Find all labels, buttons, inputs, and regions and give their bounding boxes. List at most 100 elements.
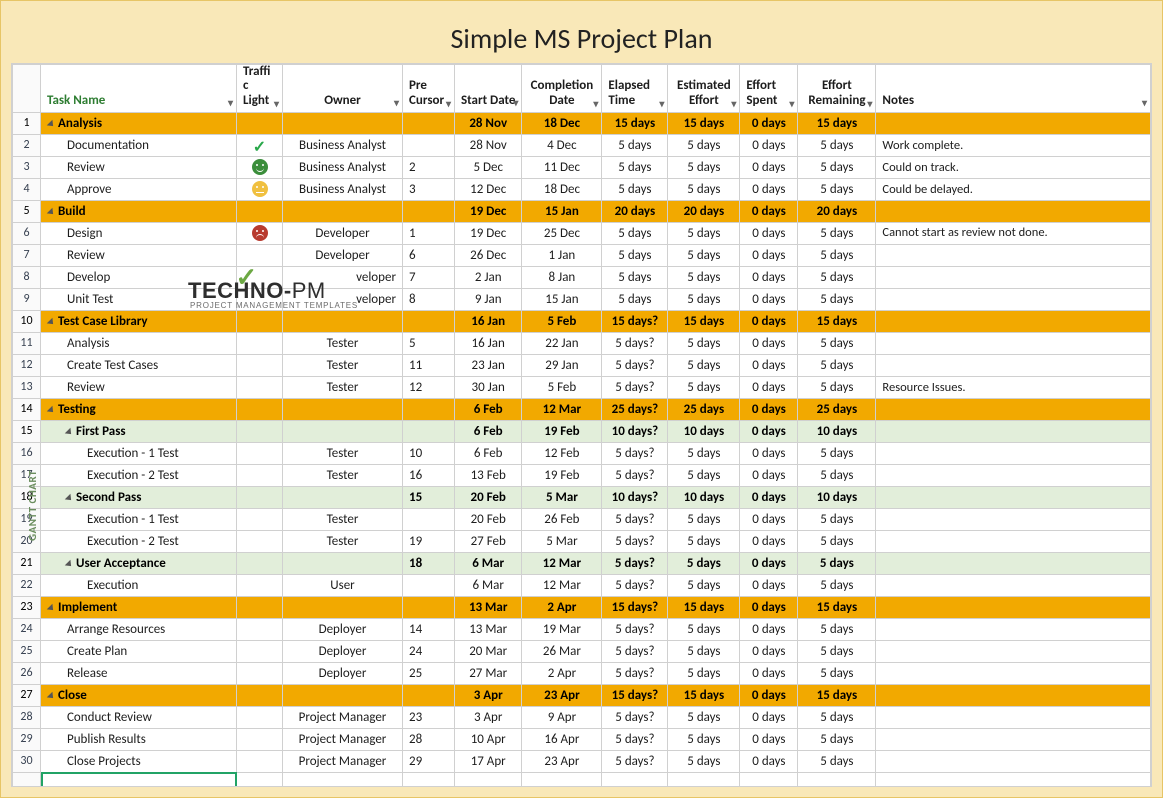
estimated-effort-cell[interactable]: 5 days: [668, 376, 740, 398]
filter-dropdown-icon[interactable]: ▾: [274, 98, 279, 109]
completion-date-cell[interactable]: 11 Dec: [522, 156, 602, 178]
effort-spent-cell[interactable]: 0 days: [740, 288, 798, 310]
start-date-cell[interactable]: 27 Feb: [455, 530, 522, 552]
effort-remaining-cell[interactable]: 5 days: [798, 442, 876, 464]
table-row[interactable]: 20Execution - 2 TestTester1927 Feb5 Mar5…: [13, 530, 1151, 552]
task-name-cell[interactable]: Review: [41, 376, 237, 398]
elapsed-time-cell[interactable]: 5 days?: [602, 354, 668, 376]
estimated-effort-cell[interactable]: 5 days: [668, 574, 740, 596]
row-number[interactable]: 12: [13, 354, 41, 376]
estimated-effort-cell[interactable]: 5 days: [668, 640, 740, 662]
precursor-cell[interactable]: 11: [403, 354, 455, 376]
effort-spent-cell[interactable]: 0 days: [740, 640, 798, 662]
row-number[interactable]: 25: [13, 640, 41, 662]
estimated-effort-cell[interactable]: 5 days: [668, 288, 740, 310]
completion-date-cell[interactable]: 29 Jan: [522, 354, 602, 376]
task-name-cell[interactable]: Review: [41, 244, 237, 266]
owner-cell[interactable]: Tester: [283, 354, 403, 376]
task-name-cell[interactable]: Approve: [41, 178, 237, 200]
estimated-effort-cell[interactable]: 5 days: [668, 266, 740, 288]
row-number[interactable]: 22: [13, 574, 41, 596]
col-effort-spent[interactable]: Effort Spent▾: [740, 65, 798, 113]
effort-remaining-cell[interactable]: 5 days: [798, 464, 876, 486]
col-completion-date[interactable]: Completion Date▾: [522, 65, 602, 113]
completion-date-cell[interactable]: 18 Dec: [522, 112, 602, 134]
owner-cell[interactable]: Business Analyst: [283, 134, 403, 156]
table-row[interactable]: 13ReviewTester1230 Jan5 Feb5 days?5 days…: [13, 376, 1151, 398]
table-row[interactable]: 28Conduct ReviewProject Manager233 Apr9 …: [13, 706, 1151, 728]
task-name-cell[interactable]: Analysis: [41, 112, 237, 134]
elapsed-time-cell[interactable]: 5 days?: [602, 706, 668, 728]
start-date-cell[interactable]: 26 Dec: [455, 244, 522, 266]
effort-spent-cell[interactable]: 0 days: [740, 552, 798, 574]
elapsed-time-cell[interactable]: 5 days: [602, 178, 668, 200]
start-date-cell[interactable]: 13 Mar: [455, 596, 522, 618]
task-name-cell[interactable]: Release: [41, 662, 237, 684]
traffic-light-cell[interactable]: [237, 662, 283, 684]
estimated-effort-cell[interactable]: 25 days: [668, 398, 740, 420]
estimated-effort-cell[interactable]: 15 days: [668, 596, 740, 618]
precursor-cell[interactable]: 24: [403, 640, 455, 662]
effort-remaining-cell[interactable]: 5 days: [798, 706, 876, 728]
task-name-cell[interactable]: Implement: [41, 596, 237, 618]
elapsed-time-cell[interactable]: 5 days?: [602, 750, 668, 772]
task-name-cell[interactable]: Second Pass: [41, 486, 237, 508]
task-name-cell[interactable]: Design: [41, 222, 237, 244]
table-row[interactable]: 2Documentation✓Business Analyst28 Nov4 D…: [13, 134, 1151, 156]
effort-remaining-cell[interactable]: 5 days: [798, 134, 876, 156]
notes-cell[interactable]: Resource Issues.: [876, 376, 1151, 398]
traffic-light-cell[interactable]: [237, 332, 283, 354]
col-estimated-effort[interactable]: Estimated Effort▾: [668, 65, 740, 113]
expand-icon[interactable]: [65, 493, 74, 502]
owner-cell[interactable]: [283, 398, 403, 420]
traffic-light-cell[interactable]: [237, 772, 283, 787]
traffic-light-cell[interactable]: [237, 442, 283, 464]
effort-remaining-cell[interactable]: 20 days: [798, 200, 876, 222]
estimated-effort-cell[interactable]: 5 days: [668, 662, 740, 684]
task-name-cell[interactable]: Execution - 1 Test: [41, 508, 237, 530]
task-name-cell[interactable]: Create Plan: [41, 640, 237, 662]
elapsed-time-cell[interactable]: 5 days?: [602, 574, 668, 596]
filter-dropdown-icon[interactable]: ▾: [731, 98, 736, 109]
owner-cell[interactable]: Tester: [283, 332, 403, 354]
notes-cell[interactable]: Work complete.: [876, 134, 1151, 156]
estimated-effort-cell[interactable]: 15 days: [668, 112, 740, 134]
elapsed-time-cell[interactable]: 5 days?: [602, 332, 668, 354]
notes-cell[interactable]: [876, 112, 1151, 134]
traffic-light-cell[interactable]: [237, 464, 283, 486]
estimated-effort-cell[interactable]: [668, 772, 740, 787]
precursor-cell[interactable]: 12: [403, 376, 455, 398]
precursor-cell[interactable]: 19: [403, 530, 455, 552]
owner-cell[interactable]: Tester: [283, 508, 403, 530]
owner-cell[interactable]: veloper: [283, 288, 403, 310]
expand-icon[interactable]: [65, 427, 74, 436]
task-name-cell[interactable]: Publish Results: [41, 728, 237, 750]
owner-cell[interactable]: [283, 200, 403, 222]
start-date-cell[interactable]: 23 Jan: [455, 354, 522, 376]
task-name-cell[interactable]: Review: [41, 156, 237, 178]
row-number[interactable]: 3: [13, 156, 41, 178]
effort-spent-cell[interactable]: 0 days: [740, 596, 798, 618]
traffic-light-cell[interactable]: [237, 706, 283, 728]
elapsed-time-cell[interactable]: 5 days?: [602, 464, 668, 486]
completion-date-cell[interactable]: 9 Apr: [522, 706, 602, 728]
col-precursor[interactable]: Pre Cursor▾: [403, 65, 455, 113]
effort-spent-cell[interactable]: 0 days: [740, 244, 798, 266]
row-number[interactable]: 21: [13, 552, 41, 574]
task-name-cell[interactable]: Execution - 2 Test: [41, 530, 237, 552]
elapsed-time-cell[interactable]: 25 days?: [602, 398, 668, 420]
row-number[interactable]: 4: [13, 178, 41, 200]
owner-cell[interactable]: [283, 596, 403, 618]
elapsed-time-cell[interactable]: 5 days?: [602, 442, 668, 464]
effort-spent-cell[interactable]: 0 days: [740, 750, 798, 772]
completion-date-cell[interactable]: 5 Mar: [522, 486, 602, 508]
task-name-cell[interactable]: Execution: [41, 574, 237, 596]
row-number[interactable]: 30: [13, 750, 41, 772]
estimated-effort-cell[interactable]: 20 days: [668, 200, 740, 222]
traffic-light-cell[interactable]: [237, 750, 283, 772]
precursor-cell[interactable]: [403, 596, 455, 618]
table-row[interactable]: 10Test Case Library16 Jan5 Feb15 days?15…: [13, 310, 1151, 332]
estimated-effort-cell[interactable]: 5 days: [668, 332, 740, 354]
start-date-cell[interactable]: 13 Mar: [455, 618, 522, 640]
elapsed-time-cell[interactable]: 5 days?: [602, 728, 668, 750]
